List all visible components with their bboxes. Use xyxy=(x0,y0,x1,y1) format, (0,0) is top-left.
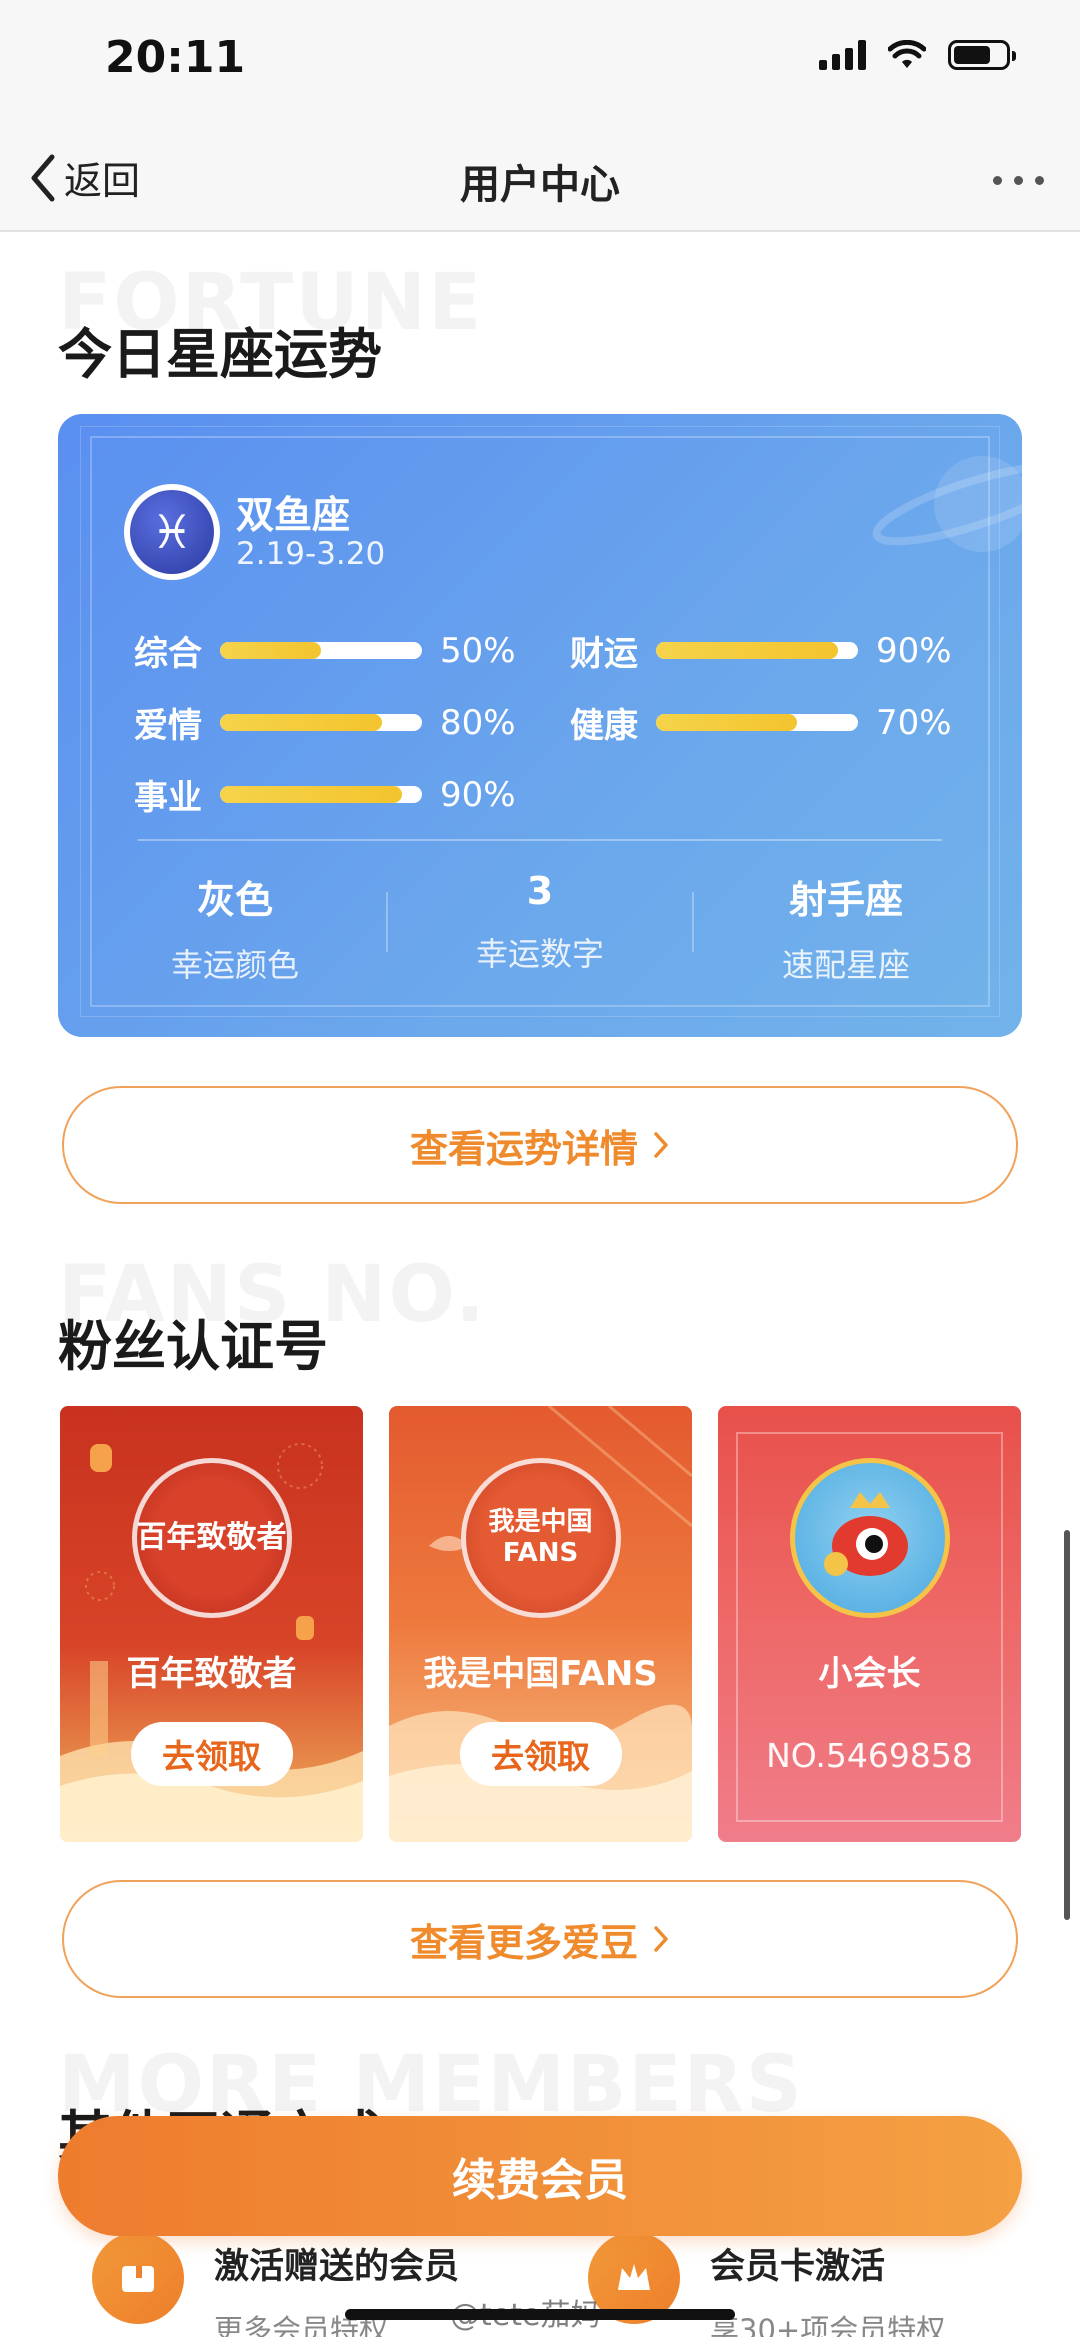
zodiac-name: 双鱼座 xyxy=(236,493,351,537)
stat-value: 50% xyxy=(440,630,516,671)
fan-number: NO.5469858 xyxy=(766,1736,973,1775)
activate-gifted-membership[interactable]: 激活赠送的会员 更多会员特权 xyxy=(92,2232,459,2337)
china-fans-badge: 我是中国FANS xyxy=(460,1458,621,1618)
lucky-match: 射手座 速配星座 xyxy=(693,869,999,986)
fan-card-name: 百年致敬者 xyxy=(126,1654,297,1694)
more-icon[interactable] xyxy=(993,176,1044,185)
fan-card-centennial[interactable]: 百年致敬者 百年致敬者 去领取 xyxy=(60,1406,363,1842)
member-option-title: 会员卡激活 xyxy=(710,2247,886,2287)
wifi-icon xyxy=(888,40,926,68)
scrollbar[interactable] xyxy=(1064,1530,1070,1920)
centennial-badge: 百年致敬者 xyxy=(131,1458,292,1618)
gift-box-icon xyxy=(92,2232,184,2324)
lucky-color: 灰色 幸运颜色 xyxy=(82,869,388,986)
stat-label: 事业 xyxy=(134,778,202,818)
stat-value: 90% xyxy=(440,774,516,815)
lucky-label: 速配星座 xyxy=(781,946,910,984)
badge-text: 我是中国FANS xyxy=(488,1506,593,1568)
stat-progress-bar xyxy=(220,786,422,803)
stat-career: 事业 90% xyxy=(134,770,516,819)
fans-title: 粉丝认证号 xyxy=(58,1315,328,1378)
fans-heading: FANS NO. 粉丝认证号 xyxy=(58,1250,485,1381)
stat-value: 70% xyxy=(876,702,952,743)
battery-icon xyxy=(948,40,1016,70)
member-option-subtitle: 享30+项会员特权 xyxy=(710,2313,946,2337)
fortune-heading: FORTUNE 今日星座运势 xyxy=(58,258,481,389)
lucky-value: 射手座 xyxy=(788,878,903,922)
fortune-card[interactable]: ♓ 双鱼座 2.19-3.20 综合 50% 财运 90% 爱情 80% 健康 … xyxy=(58,414,1022,1037)
view-fortune-details-button[interactable]: 查看运势详情 xyxy=(62,1086,1018,1204)
badge-text: 百年致敬者 xyxy=(136,1520,287,1555)
fan-card-name: 小会长 xyxy=(818,1654,921,1694)
stat-label: 综合 xyxy=(134,634,202,674)
view-more-idols-button[interactable]: 查看更多爱豆 xyxy=(62,1880,1018,1998)
chevron-right-icon xyxy=(654,1132,668,1158)
stat-health: 健康 70% xyxy=(570,698,952,747)
zodiac-badge: ♓ xyxy=(124,484,220,580)
page-title: 用户中心 xyxy=(460,162,620,208)
eye-mascot-icon xyxy=(823,1492,908,1576)
stat-progress-bar xyxy=(656,642,858,659)
lucky-label: 幸运颜色 xyxy=(170,946,299,984)
chevron-right-icon xyxy=(654,1926,668,1952)
fan-card-little-president[interactable]: 小会长 NO.5469858 xyxy=(718,1406,1021,1842)
planet-icon xyxy=(872,456,1022,552)
fortune-title: 今日星座运势 xyxy=(58,323,382,386)
stat-label: 财运 xyxy=(570,634,638,674)
stat-love: 爱情 80% xyxy=(134,698,516,747)
lucky-number: 3 幸运数字 xyxy=(387,869,693,975)
cellular-signal-icon xyxy=(819,40,866,70)
lucky-value: 3 xyxy=(526,869,554,913)
lucky-label: 幸运数字 xyxy=(475,935,604,973)
card-divider xyxy=(138,839,942,841)
status-bar: 20:11 xyxy=(0,0,1080,130)
status-icons xyxy=(819,40,1016,70)
member-option-title: 激活赠送的会员 xyxy=(214,2247,460,2287)
stat-progress-bar xyxy=(220,642,422,659)
stat-progress-bar xyxy=(656,714,858,731)
stat-value: 80% xyxy=(440,702,516,743)
zodiac-dates: 2.19-3.20 xyxy=(236,536,386,572)
mascot-avatar xyxy=(789,1458,950,1618)
stat-wealth: 财运 90% xyxy=(570,626,952,675)
view-more-idols-label: 查看更多爱豆 xyxy=(409,1920,638,1965)
claim-button[interactable]: 去领取 xyxy=(130,1722,293,1786)
stat-progress-bar xyxy=(220,714,422,731)
lucky-value: 灰色 xyxy=(196,878,273,922)
stat-overall: 综合 50% xyxy=(134,626,516,675)
stat-label: 健康 xyxy=(570,706,638,746)
pisces-icon: ♓ xyxy=(130,490,214,574)
view-fortune-details-label: 查看运势详情 xyxy=(409,1126,638,1171)
fan-card-china-fans[interactable]: 我是中国FANS 我是中国FANS 去领取 xyxy=(389,1406,692,1842)
status-time: 20:11 xyxy=(105,32,246,83)
activate-member-card[interactable]: 会员卡激活 享30+项会员特权 xyxy=(588,2232,945,2337)
renew-membership-button[interactable]: 续费会员 xyxy=(58,2116,1022,2236)
nav-bar: 返回 用户中心 xyxy=(0,130,1080,232)
stat-label: 爱情 xyxy=(134,706,202,746)
fan-card-name: 我是中国FANS xyxy=(423,1654,658,1694)
stat-value: 90% xyxy=(876,630,952,671)
home-indicator[interactable] xyxy=(345,2309,735,2320)
claim-button[interactable]: 去领取 xyxy=(459,1722,622,1786)
